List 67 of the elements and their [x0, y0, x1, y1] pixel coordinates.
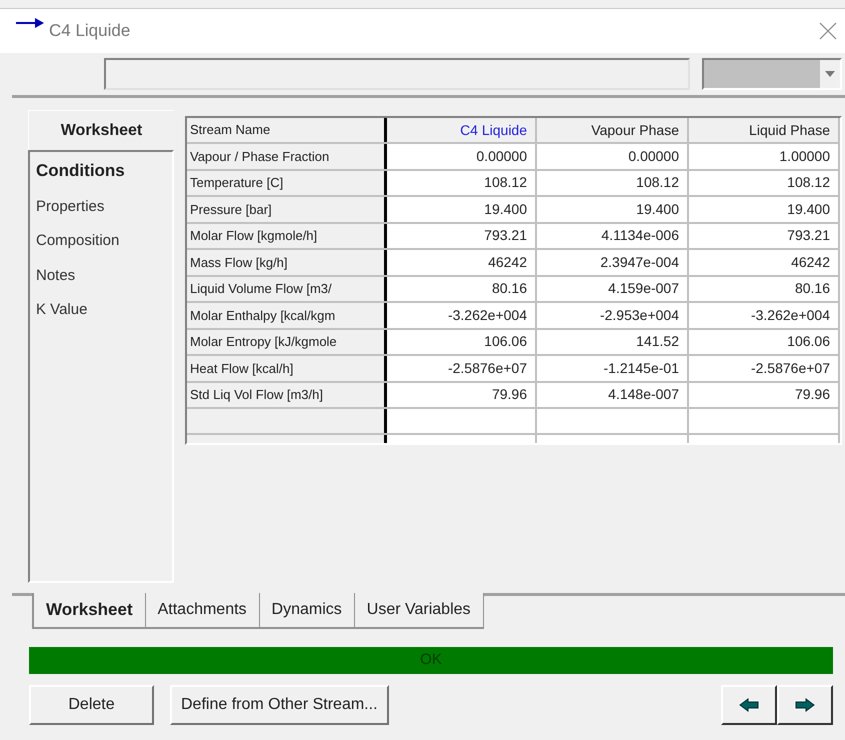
tab[interactable]: User Variables: [354, 593, 484, 629]
table-cell: 106.06: [689, 330, 840, 354]
table-cell: 19.400: [689, 197, 840, 222]
table-cell: 0.00000: [387, 144, 537, 168]
sidebar-item[interactable]: K Value: [30, 299, 172, 322]
table-cell: 106.06: [387, 330, 537, 354]
row-label: Vapour / Phase Fraction: [187, 144, 387, 168]
table-cell: 79.96: [387, 382, 537, 407]
sidebar-item[interactable]: Properties: [30, 196, 172, 218]
table-cell: 4.159e-007: [537, 276, 689, 301]
status-bar: OK: [29, 647, 833, 674]
table-cell: -2.5876e+07: [689, 356, 840, 380]
table-cell: 46242: [387, 250, 537, 274]
table-cell: -3.262e+004: [387, 303, 537, 328]
table-cell: 793.21: [689, 224, 840, 248]
table-cell: 79.96: [689, 382, 840, 407]
table-cell: -2.5876e+07: [387, 356, 537, 380]
row-label: Molar Flow [kgmole/h]: [187, 224, 387, 248]
tab[interactable]: Worksheet: [32, 593, 146, 629]
column-header: Stream Name: [187, 118, 387, 142]
row-label: Pressure [bar]: [187, 197, 387, 222]
table-cell: 2.3947e-004: [537, 250, 689, 274]
column-header: C4 Liquide: [387, 118, 537, 142]
row-label: Molar Entropy [kJ/kgmole: [187, 330, 387, 354]
caret-icon: [825, 71, 835, 77]
table-cell: 46242: [689, 250, 840, 274]
table-cell: 108.12: [689, 170, 840, 195]
row-label: Heat Flow [kcal/h]: [187, 356, 387, 380]
sidebar-heading[interactable]: Worksheet: [28, 110, 174, 150]
define-button[interactable]: Define from Other Stream...: [170, 685, 389, 725]
tab[interactable]: Dynamics: [260, 593, 355, 629]
table-cell: 108.12: [387, 170, 537, 195]
next-button[interactable]: [777, 685, 833, 725]
right-arrow-icon: [795, 698, 815, 712]
sidebar-item[interactable]: Notes: [30, 264, 172, 287]
sidebar-item[interactable]: Conditions: [30, 158, 172, 184]
tab[interactable]: Attachments: [146, 593, 260, 629]
row-label: Std Liq Vol Flow [m3/h]: [187, 382, 387, 407]
row-label: Molar Enthalpy [kcal/kgm: [187, 303, 387, 328]
table-cell: 1.00000: [689, 144, 840, 168]
row-label: Mass Flow [kg/h]: [187, 250, 387, 274]
column-header: Vapour Phase: [537, 118, 689, 142]
sidebar-item[interactable]: Composition: [30, 230, 172, 252]
previous-button[interactable]: [721, 685, 777, 725]
name-field[interactable]: [104, 58, 690, 90]
left-arrow-icon: [739, 698, 759, 712]
close-icon[interactable]: [819, 22, 837, 40]
table-cell: 4.1134e-006: [537, 224, 689, 248]
window-title: C4 Liquide: [49, 20, 130, 42]
table-cell: 80.16: [387, 276, 537, 301]
row-label: Liquid Volume Flow [m3/: [187, 276, 387, 301]
table-cell: -2.953e+004: [537, 303, 689, 328]
table-cell: 80.16: [689, 276, 840, 301]
dropdown[interactable]: [702, 58, 842, 90]
table-cell: 793.21: [387, 224, 537, 248]
table-cell: 4.148e-007: [537, 382, 689, 407]
table-cell: 141.52: [537, 330, 689, 354]
column-header: Liquid Phase: [689, 118, 840, 142]
table-cell: -1.2145e-01: [537, 356, 689, 380]
row-label: Temperature [C]: [187, 170, 387, 195]
table-cell: -3.262e+004: [689, 303, 840, 328]
delete-button[interactable]: Delete: [29, 685, 154, 725]
table-cell: 19.400: [387, 197, 537, 222]
arrow-icon: [15, 16, 45, 30]
table-cell: 19.400: [537, 197, 689, 222]
table-cell: 0.00000: [537, 144, 689, 168]
table-cell: 108.12: [537, 170, 689, 195]
